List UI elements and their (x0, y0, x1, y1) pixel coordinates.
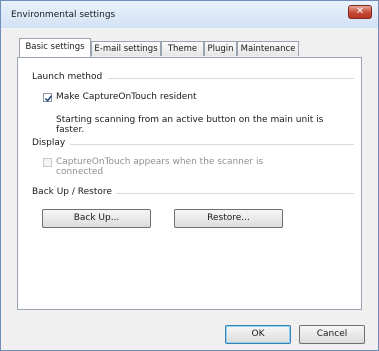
tab-theme[interactable]: Theme (161, 41, 204, 56)
close-icon: ✕ (355, 6, 365, 17)
backup-restore-divider (116, 193, 354, 194)
ok-button[interactable]: OK (225, 325, 291, 344)
cancel-button[interactable]: Cancel (299, 325, 365, 344)
appear-on-connect-checkbox[interactable] (43, 158, 52, 167)
tab-email-settings[interactable]: E-mail settings (91, 41, 161, 56)
close-button[interactable]: ✕ (348, 5, 372, 19)
appear-on-connect-label: CaptureOnTouch appears when the scanner … (56, 157, 264, 177)
title-bar[interactable]: Environmental settings ✕ (1, 1, 378, 28)
window-title: Environmental settings (11, 10, 116, 20)
display-divider (70, 144, 354, 145)
tab-basic-settings[interactable]: Basic settings (19, 38, 91, 57)
tab-maintenance[interactable]: Maintenance (237, 41, 299, 56)
backup-restore-heading: Back Up / Restore (32, 187, 112, 197)
back-up-button[interactable]: Back Up... (42, 209, 151, 228)
environmental-settings-dialog: Environmental settings ✕ Basic settings … (0, 0, 379, 351)
launch-method-heading: Launch method (32, 72, 103, 82)
checkmark-icon (44, 95, 53, 103)
basic-settings-panel: Launch method Make CaptureOnTouch reside… (17, 57, 362, 310)
launch-method-divider (108, 78, 354, 79)
launch-description: Starting scanning from an active button … (56, 115, 324, 135)
tab-plugin[interactable]: Plugin (204, 41, 237, 56)
display-heading: Display (32, 138, 66, 148)
make-resident-checkbox[interactable] (43, 93, 53, 103)
make-resident-label[interactable]: Make CaptureOnTouch resident (56, 92, 197, 102)
restore-button[interactable]: Restore... (174, 209, 283, 228)
